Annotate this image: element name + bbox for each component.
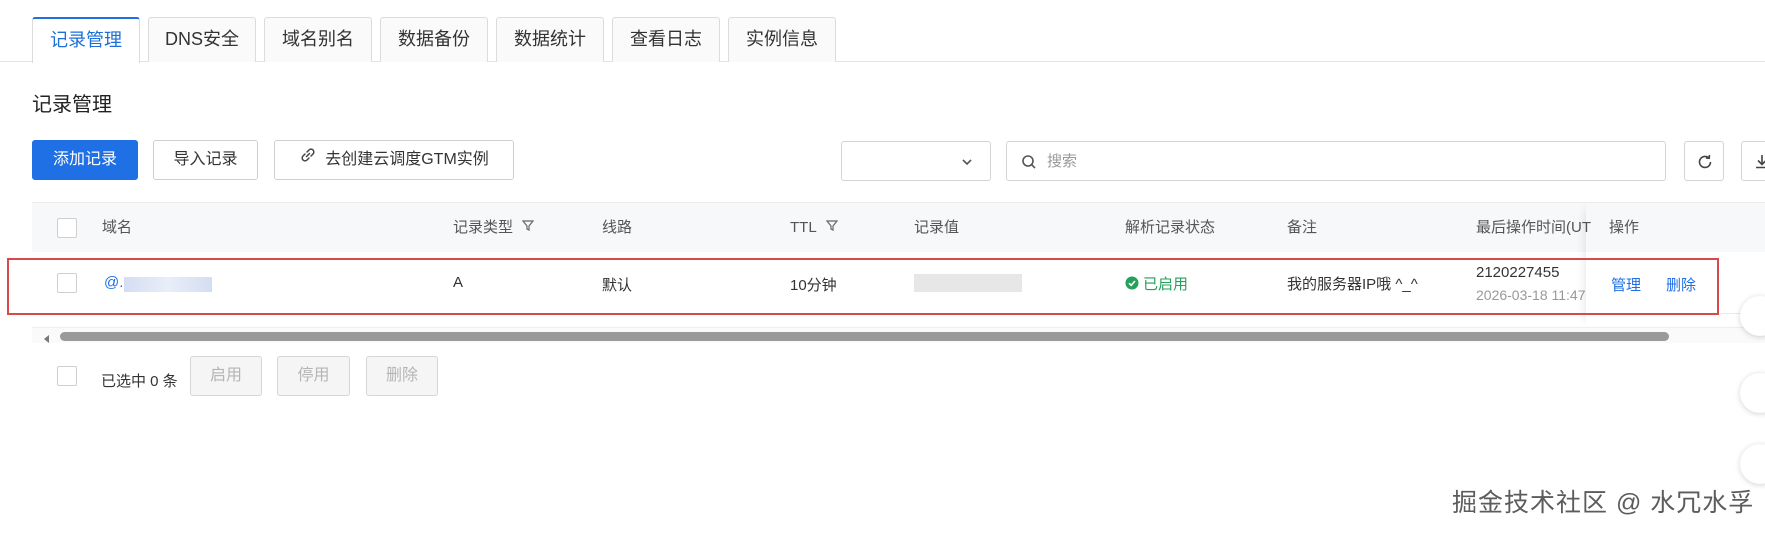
enable-button[interactable]: 启用 [190, 356, 262, 396]
search-field[interactable] [1006, 141, 1666, 181]
create-gtm-button[interactable]: 去创建云调度GTM实例 [274, 140, 514, 180]
highlight-annotation [7, 258, 1719, 315]
bulk-select-checkbox[interactable] [57, 366, 77, 386]
search-input[interactable] [1047, 150, 1647, 172]
header-ttl[interactable]: TTL [790, 203, 839, 253]
page-title: 记录管理 [32, 94, 112, 116]
header-status: 解析记录状态 [1125, 219, 1216, 236]
tab-data-backup[interactable]: 数据备份 [380, 17, 488, 62]
create-gtm-label: 去创建云调度GTM实例 [325, 151, 489, 169]
filter-icon[interactable] [521, 203, 535, 253]
import-record-button[interactable]: 导入记录 [153, 140, 258, 180]
floating-feedback-button[interactable] [1740, 444, 1765, 484]
chevron-down-icon [960, 155, 974, 174]
tab-view-logs[interactable]: 查看日志 [612, 17, 720, 62]
filter-icon[interactable] [825, 203, 839, 253]
tab-instance-info[interactable]: 实例信息 [728, 17, 836, 62]
header-record-value: 记录值 [914, 219, 960, 236]
refresh-button[interactable] [1684, 141, 1724, 181]
link-icon [299, 141, 317, 179]
tab-domain-alias[interactable]: 域名别名 [264, 17, 372, 62]
header-record-type-label: 记录类型 [453, 219, 514, 236]
scroll-left-icon[interactable] [42, 331, 52, 349]
floating-help-button[interactable] [1740, 373, 1765, 413]
header-line: 线路 [602, 219, 633, 236]
add-record-button[interactable]: 添加记录 [32, 140, 138, 180]
filter-select[interactable] [841, 141, 991, 181]
header-domain: 域名 [102, 219, 133, 236]
watermark: 掘金技术社区 @ 水冗水孚 [1452, 489, 1755, 517]
download-icon [1756, 155, 1765, 169]
tab-data-statistics[interactable]: 数据统计 [496, 17, 604, 62]
header-ttl-label: TTL [790, 219, 817, 236]
tab-dns-security[interactable]: DNS安全 [148, 17, 256, 62]
table-header: 域名 记录类型 线路 TTL 记录值 解析记录状态 备注 最后操作时间(UT 操… [32, 202, 1765, 252]
select-all-checkbox[interactable] [57, 218, 77, 238]
header-remark: 备注 [1287, 219, 1318, 236]
tab-record-management[interactable]: 记录管理 [32, 17, 140, 63]
bulk-delete-button[interactable]: 删除 [366, 356, 438, 396]
header-record-type[interactable]: 记录类型 [453, 203, 535, 253]
refresh-icon [1698, 154, 1712, 169]
disable-button[interactable]: 停用 [277, 356, 350, 396]
horizontal-scrollbar[interactable] [32, 327, 1765, 343]
tab-bar: 记录管理 DNS安全 域名别名 数据备份 数据统计 查看日志 实例信息 [0, 0, 1765, 63]
download-button[interactable] [1741, 141, 1765, 181]
search-icon [1021, 154, 1037, 175]
selected-count: 已选中 0 条 [101, 373, 178, 390]
scrollbar-thumb[interactable] [60, 332, 1669, 341]
